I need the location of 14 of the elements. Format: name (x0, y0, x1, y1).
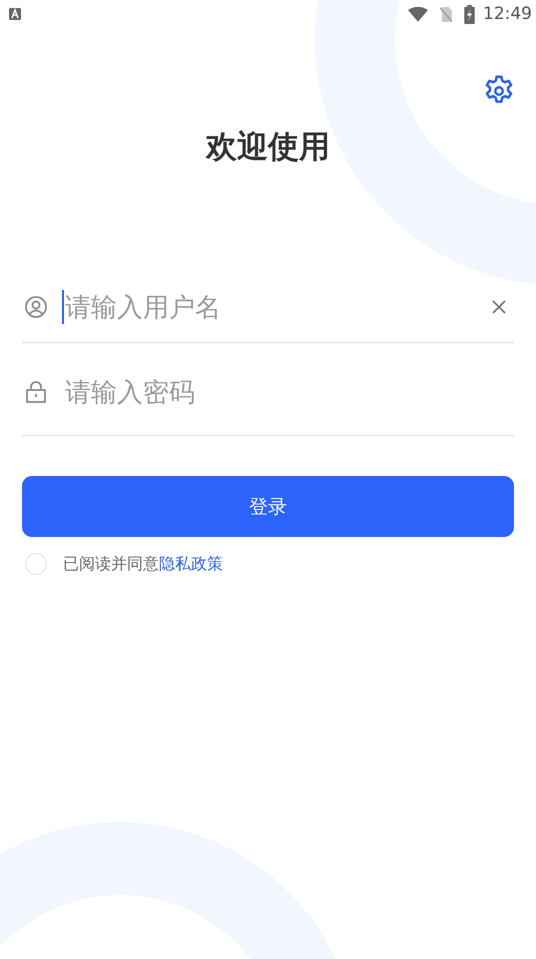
lock-icon (24, 380, 48, 404)
wifi-icon (408, 6, 428, 22)
agreement-text: 已阅读并同意隐私政策 (63, 554, 223, 574)
input-field[interactable]: 请输入用户名 (22, 276, 514, 343)
input-field[interactable]: 请输入密码 (22, 343, 514, 436)
keyboard-letter-icon (9, 8, 21, 20)
status-time: 12:49 (483, 4, 532, 24)
login-button[interactable]: 登录 (22, 476, 514, 537)
agreement-checkbox[interactable] (25, 553, 47, 575)
battery-charging-icon (464, 4, 475, 24)
privacy-policy-link[interactable]: 隐私政策 (159, 554, 223, 572)
welcome-title: 欢迎使用 (204, 128, 331, 167)
user-icon (24, 295, 48, 319)
close-icon[interactable] (492, 300, 506, 314)
